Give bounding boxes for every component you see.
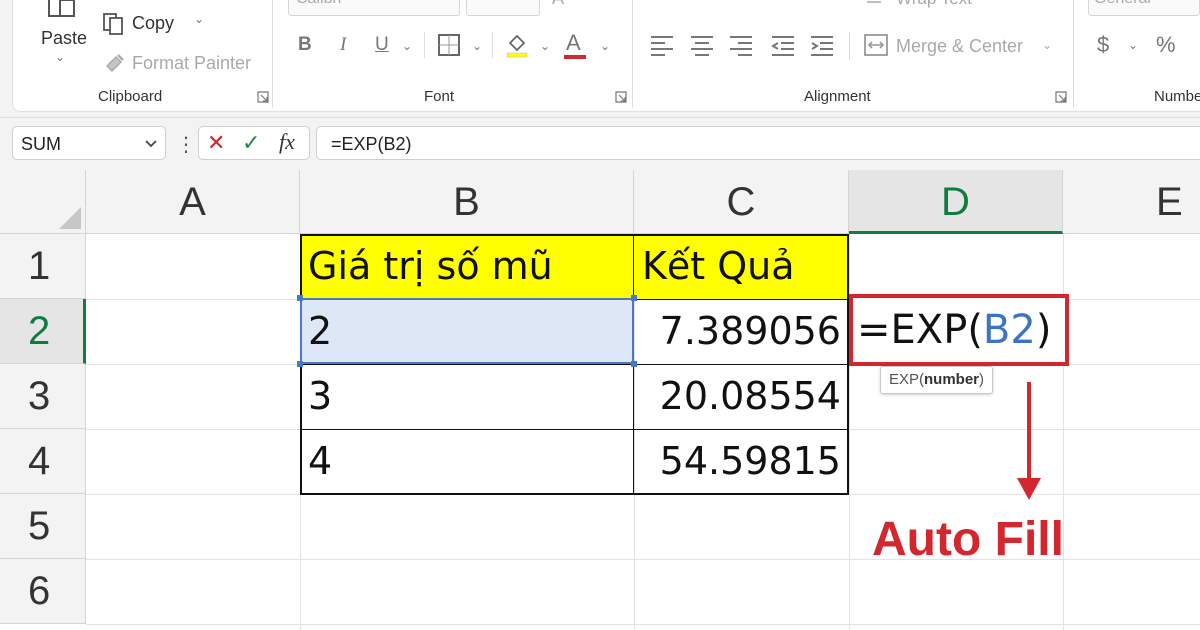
column-header-d[interactable]: D xyxy=(849,170,1063,234)
format-painter-icon xyxy=(106,54,124,72)
tooltip-func: EXP( xyxy=(889,371,925,388)
font-name: Calibri xyxy=(296,0,341,8)
alignment-launcher-icon[interactable] xyxy=(1055,91,1067,103)
underline-caret-icon[interactable]: ⌄ xyxy=(402,39,412,53)
column-header-a[interactable]: A xyxy=(86,170,300,234)
number-group-label: Numbe xyxy=(1154,88,1200,105)
font-divider-1 xyxy=(424,32,425,58)
borders-icon[interactable] xyxy=(438,34,460,56)
select-all-icon xyxy=(59,207,81,229)
cancel-icon[interactable]: ✕ xyxy=(207,130,225,156)
formula-reference: B2 xyxy=(982,307,1036,353)
formula-bar: SUM ⋮ ✕ ✓ fx =EXP(B2) xyxy=(0,118,1200,170)
increase-indent-icon[interactable] xyxy=(810,34,834,56)
paste-label: Paste xyxy=(41,28,88,48)
name-box-value: SUM xyxy=(21,134,61,154)
arrow-down-icon xyxy=(1017,478,1041,500)
name-box[interactable]: SUM xyxy=(12,126,166,160)
percent-button[interactable]: % xyxy=(1156,32,1176,58)
font-launcher-icon[interactable] xyxy=(615,91,627,103)
table-border-row-3 xyxy=(300,429,849,430)
align-divider xyxy=(849,32,850,60)
paste-button[interactable]: Paste ⌄ xyxy=(30,0,92,76)
font-color-button[interactable]: A xyxy=(566,30,581,56)
format-painter-button[interactable]: Format Painter xyxy=(102,50,262,76)
formula-bar-grip[interactable]: ⋮ xyxy=(176,132,196,157)
copy-button[interactable]: Copy ⌄ xyxy=(102,12,212,38)
copy-label: Copy xyxy=(132,13,175,33)
alignment-divider xyxy=(1073,0,1074,108)
wrap-text-icon[interactable] xyxy=(866,0,888,6)
function-tooltip[interactable]: EXP(number) xyxy=(880,366,994,394)
format-painter-label: Format Painter xyxy=(132,53,252,73)
wrap-text-label[interactable]: Wrap Text xyxy=(896,0,972,9)
autofill-annotation: Auto Fill xyxy=(872,513,1064,566)
decrease-indent-icon[interactable] xyxy=(771,34,795,56)
merge-center-label[interactable]: Merge & Center xyxy=(896,36,1023,57)
gridline-row-6 xyxy=(86,624,1200,625)
tooltip-arg[interactable]: number xyxy=(924,371,979,388)
formula-actions: ✕ ✓ fx xyxy=(198,126,310,160)
row-header-3[interactable]: 3 xyxy=(0,364,86,429)
font-group-label: Font xyxy=(424,88,455,105)
underline-button[interactable]: U xyxy=(375,34,389,56)
formula-prefix: =EXP( xyxy=(857,307,983,353)
merge-center-icon[interactable] xyxy=(864,34,888,56)
align-right-icon[interactable] xyxy=(729,34,753,56)
column-header-e[interactable]: E xyxy=(1063,170,1200,234)
enter-icon[interactable]: ✓ xyxy=(242,130,260,156)
row-header-2[interactable]: 2 xyxy=(0,299,86,364)
alignment-group-label: Alignment xyxy=(804,88,871,105)
font-size-box[interactable] xyxy=(466,0,540,16)
italic-button[interactable]: I xyxy=(340,34,346,56)
currency-button[interactable]: $ xyxy=(1097,32,1109,58)
active-cell-d2[interactable]: =EXP(B2) xyxy=(849,294,1069,366)
grow-font-letter[interactable]: A xyxy=(552,0,564,9)
reference-handle[interactable] xyxy=(631,295,637,301)
clipboard-group-label: Clipboard xyxy=(98,88,163,105)
column-header-b[interactable]: B xyxy=(300,170,634,234)
tooltip-close: ) xyxy=(979,371,985,388)
fill-color-icon[interactable] xyxy=(505,32,529,58)
font-color-bar xyxy=(564,55,586,59)
row-header-5[interactable]: 5 xyxy=(0,494,86,559)
number-format: General xyxy=(1094,0,1151,8)
row-header-4[interactable]: 4 xyxy=(0,429,86,494)
column-header-c[interactable]: C xyxy=(634,170,849,234)
borders-caret-icon[interactable]: ⌄ xyxy=(472,39,482,53)
reference-handle[interactable] xyxy=(297,361,303,367)
font-divider xyxy=(632,0,633,108)
spreadsheet-grid: A B C D E 1 2 3 4 5 6 Giá trị số mũ Kết … xyxy=(0,170,1200,630)
formula-input[interactable]: =EXP(B2) xyxy=(316,126,1200,160)
reference-handle[interactable] xyxy=(631,361,637,367)
row-header-1[interactable]: 1 xyxy=(0,234,86,299)
ribbon: Paste ⌄ Copy ⌄ Format Painter Clipboard … xyxy=(0,0,1200,118)
align-left-icon[interactable] xyxy=(650,34,674,56)
formula-text: =EXP(B2) xyxy=(331,134,412,154)
merge-center-caret-icon[interactable]: ⌄ xyxy=(1042,38,1052,52)
cell-edit-text[interactable]: =EXP(B2) xyxy=(857,300,1051,360)
reference-handle[interactable] xyxy=(297,295,303,301)
copy-icon xyxy=(103,13,123,35)
row-header-6[interactable]: 6 xyxy=(0,559,86,624)
bold-button[interactable]: B xyxy=(298,34,312,56)
autofill-arrow-shaft xyxy=(1027,382,1031,486)
reference-highlight xyxy=(300,298,634,364)
clipboard-launcher-icon[interactable] xyxy=(257,91,269,103)
insert-function-button[interactable]: fx xyxy=(279,129,295,155)
paste-icon xyxy=(48,0,75,17)
formula-suffix: ) xyxy=(1035,307,1052,353)
font-color-caret-icon[interactable]: ⌄ xyxy=(600,39,610,53)
fill-color-caret-icon[interactable]: ⌄ xyxy=(540,39,550,53)
table-border-row-2 xyxy=(300,364,849,365)
copy-caret[interactable]: ⌄ xyxy=(194,12,204,26)
align-center-icon[interactable] xyxy=(690,34,714,56)
currency-caret-icon[interactable]: ⌄ xyxy=(1128,38,1138,52)
select-all-button[interactable] xyxy=(0,170,86,234)
chevron-down-icon[interactable] xyxy=(143,133,159,153)
font-divider-2 xyxy=(492,32,493,58)
clipboard-divider xyxy=(272,0,273,108)
paste-caret[interactable]: ⌄ xyxy=(55,50,65,64)
